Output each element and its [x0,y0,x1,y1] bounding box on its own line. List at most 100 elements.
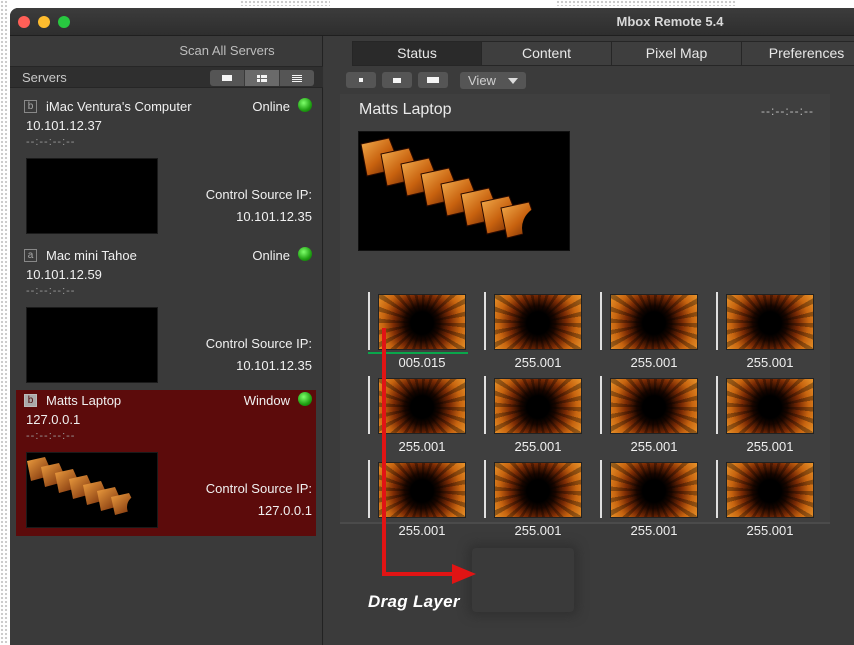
servers-header-label: Servers [22,70,67,85]
server-status: Window [243,393,290,408]
tab-pixel-map[interactable]: Pixel Map [612,41,743,66]
zoom-window-button[interactable] [58,16,70,28]
main-output-preview [358,131,570,251]
layer-tile[interactable]: 255.001 [368,376,476,454]
layer-level-bar [484,292,486,350]
layer-thumbnail [610,378,698,434]
layer-value: 255.001 [630,523,678,538]
page-top-decoration [240,0,330,6]
page-top-decoration [556,0,736,6]
server-name: iMac Ventura's Computer [46,99,192,114]
layer-thumbnail [494,294,582,350]
server-item[interactable]: b iMac Ventura's Computer Online 10.101.… [16,96,316,242]
tab-bar: Status Content Pixel Map Preferences [352,41,854,66]
status-toolbar: View [324,68,854,94]
large-size-button[interactable] [418,72,448,88]
medium-thumbnail-view-icon[interactable] [245,70,280,86]
layer-tile[interactable]: 255.001 [368,460,476,538]
control-source-ip: 10.101.12.35 [236,209,312,224]
control-source-label: Control Source IP: [205,481,312,496]
server-timecode: --:--:--:-- [26,430,76,442]
layer-value: 255.001 [514,523,562,538]
server-output-preview [26,452,158,528]
minimize-window-button[interactable] [38,16,50,28]
server-output-preview [26,158,158,234]
sidebar-view-switcher [210,70,314,86]
chevron-down-icon [508,78,518,84]
layer-thumbnail [378,378,466,434]
drag-layer-annotation: Drag Layer [368,592,460,611]
layer-value: 255.001 [398,439,446,454]
layer-tile[interactable]: 255.001 [600,460,708,538]
layer-level-bar [368,292,370,350]
layer-level-bar [368,460,370,518]
scan-all-servers-button[interactable]: Scan All Servers [137,40,317,62]
control-source-ip: 10.101.12.35 [236,358,312,373]
server-name: Matts Laptop [46,393,122,408]
view-dropdown-label: View [468,73,496,88]
server-status: Online [252,248,290,263]
server-letter-badge: b [24,394,37,407]
layer-value: 005.015 [398,355,446,370]
small-size-button[interactable] [346,72,376,88]
panel-timecode: --:--:--:-- [761,104,814,118]
layer-value: 255.001 [630,439,678,454]
layer-value: 255.001 [746,439,794,454]
layer-tile[interactable]: 255.001 [600,292,708,370]
window-title: Mbox Remote 5.4 [616,14,724,29]
layer-thumbnail [610,294,698,350]
layer-drop-zone[interactable] [472,548,574,612]
layer-value: 255.001 [514,439,562,454]
main-area: Status Content Pixel Map Preferences Vie… [324,36,854,645]
layer-level-bar [484,460,486,518]
layer-thumbnail [378,462,466,518]
layer-level-bar [716,292,718,350]
control-source-label: Control Source IP: [205,187,312,202]
app-window: Mbox Remote 5.4 Scan All Servers Servers… [10,8,854,645]
panel-server-title: Matts Laptop [359,101,452,118]
layer-thumbnail [726,378,814,434]
server-status-panel: Matts Laptop --:--:--:-- 005.015 255.001… [340,94,830,538]
server-name: Mac mini Tahoe [46,248,137,263]
layer-value: 255.001 [630,355,678,370]
layer-level-bar [716,376,718,434]
server-letter-badge: b [24,100,37,113]
control-source-ip: 127.0.0.1 [257,503,312,518]
layer-thumbnail [726,294,814,350]
tab-preferences[interactable]: Preferences [742,41,854,66]
server-status: Online [252,99,290,114]
server-ip: 10.101.12.37 [26,118,102,133]
server-timecode: --:--:--:-- [26,285,76,297]
layer-tile[interactable]: 255.001 [716,376,824,454]
layer-tile[interactable]: 255.001 [484,460,592,538]
server-ip: 10.101.12.59 [26,267,102,282]
layer-tile[interactable]: 255.001 [716,292,824,370]
layer-thumbnail [610,462,698,518]
medium-size-button[interactable] [382,72,412,88]
close-window-button[interactable] [18,16,30,28]
layer-thumbnail [726,462,814,518]
list-view-icon[interactable] [280,70,314,86]
layer-tile[interactable]: 255.001 [484,292,592,370]
layer-level-bar [716,460,718,518]
layer-value: 255.001 [514,355,562,370]
server-item-selected[interactable]: b Matts Laptop Window 127.0.0.1 --:--:--… [16,390,316,536]
layer-tile[interactable]: 255.001 [716,460,824,538]
layer-level-bar [600,460,602,518]
server-item[interactable]: a Mac mini Tahoe Online 10.101.12.59 --:… [16,245,316,391]
layer-level-bar [600,376,602,434]
server-letter-badge: a [24,249,37,262]
large-thumbnail-view-icon[interactable] [210,70,245,86]
layer-tile[interactable]: 005.015 [368,292,476,370]
layer-progress-bar [368,352,468,354]
layer-level-bar [484,376,486,434]
tab-content[interactable]: Content [482,41,613,66]
layer-thumbnail [494,462,582,518]
layer-tile[interactable]: 255.001 [600,376,708,454]
servers-header: Servers [10,66,323,88]
control-source-label: Control Source IP: [205,336,312,351]
tab-status[interactable]: Status [352,41,483,66]
view-dropdown[interactable]: View [460,72,526,89]
page-edge-decoration [0,0,8,645]
layer-tile[interactable]: 255.001 [484,376,592,454]
